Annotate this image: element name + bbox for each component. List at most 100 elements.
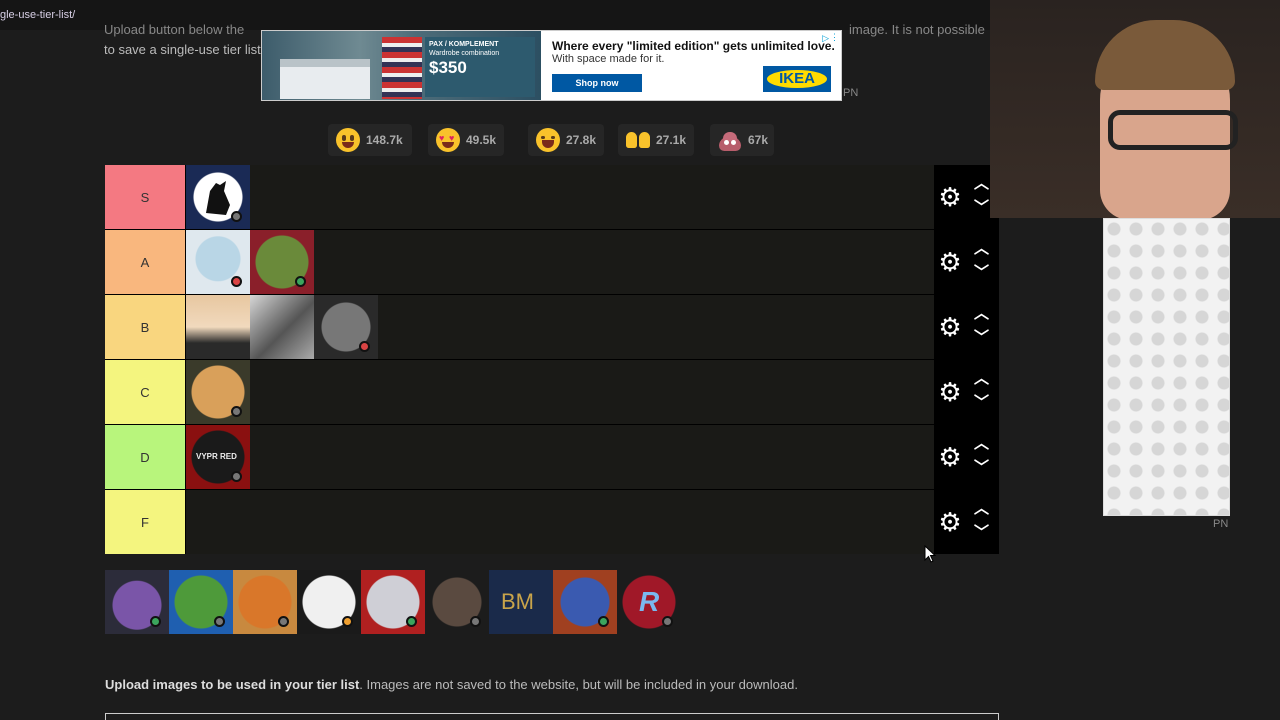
reaction-poo[interactable]: 67k bbox=[710, 124, 774, 156]
status-badge bbox=[214, 616, 225, 627]
tier-items-b[interactable] bbox=[186, 295, 934, 359]
tier-items-c[interactable] bbox=[186, 360, 934, 424]
gear-icon[interactable]: ⚙ bbox=[938, 444, 962, 470]
ikea-logo: IKEA bbox=[763, 66, 831, 92]
tier-row-c: C ⚙ ︿ ﹀ bbox=[105, 360, 999, 424]
gear-icon[interactable]: ⚙ bbox=[938, 314, 962, 340]
gear-icon[interactable]: ⚙ bbox=[938, 184, 962, 210]
gear-icon[interactable]: ⚙ bbox=[938, 509, 962, 535]
chevron-up-icon[interactable]: ︿ bbox=[974, 306, 989, 321]
status-badge bbox=[278, 616, 289, 627]
laughing-tears-face-icon bbox=[536, 128, 560, 152]
tier-controls-d: ⚙ ︿ ﹀ bbox=[934, 425, 999, 489]
chevron-down-icon[interactable]: ﹀ bbox=[974, 525, 989, 540]
url-text: gle-use-tier-list/ bbox=[0, 9, 76, 21]
tier-items-s[interactable] bbox=[186, 165, 934, 229]
bm-logo-text: BM bbox=[501, 589, 534, 614]
wolf-howling-avatar[interactable] bbox=[186, 165, 250, 229]
ad-pn-label: PN bbox=[843, 87, 859, 99]
orange-cat-avatar[interactable] bbox=[186, 360, 250, 424]
tier-items-f[interactable] bbox=[186, 490, 934, 554]
tier-label-f[interactable]: F bbox=[105, 490, 185, 554]
tier-label-s[interactable]: S bbox=[105, 165, 185, 229]
webcam-overlay bbox=[990, 0, 1280, 218]
page: gle-use-tier-list/ Upload button below t… bbox=[0, 0, 1280, 720]
goth-girl-avatar[interactable] bbox=[361, 570, 425, 634]
chevron-up-icon[interactable]: ︿ bbox=[974, 436, 989, 451]
ad-body: With space made for it. bbox=[552, 53, 665, 65]
pile-of-poo-icon bbox=[718, 128, 742, 152]
ad-product-image: PAX / KOMPLEMENT Wardrobe combination $3… bbox=[262, 31, 541, 100]
reaction-laughing[interactable]: 27.8k bbox=[528, 124, 604, 156]
reaction-count: 49.5k bbox=[466, 133, 497, 147]
tier-row-s: S ⚙ ︿ ﹀ bbox=[105, 165, 999, 229]
adchoices-icon[interactable]: ▷ bbox=[822, 33, 829, 44]
reaction-smiling[interactable]: 148.7k bbox=[328, 124, 412, 156]
chevron-down-icon[interactable]: ﹀ bbox=[974, 395, 989, 410]
bm-logo-avatar[interactable]: BM bbox=[489, 570, 553, 634]
tier-list: S ⚙ ︿ ﹀ A ⚙ ︿ ﹀ B ⚙ ︿ ﹀ C ⚙ ︿ ﹀ D VYPR R… bbox=[105, 165, 999, 554]
grinning-cartoon-avatar[interactable] bbox=[297, 570, 361, 634]
tier-row-a: A ⚙ ︿ ﹀ bbox=[105, 230, 999, 294]
status-badge bbox=[359, 341, 370, 352]
vypr-red-text: VYPR RED bbox=[196, 452, 237, 461]
chevron-up-icon[interactable]: ︿ bbox=[974, 501, 989, 516]
tier-controls-f: ⚙ ︿ ﹀ bbox=[934, 490, 999, 554]
status-badge bbox=[406, 616, 417, 627]
cartoon-girl-avatar[interactable] bbox=[250, 230, 314, 294]
gear-icon[interactable]: ⚙ bbox=[938, 249, 962, 275]
status-badge bbox=[231, 276, 242, 287]
manga-drawing-avatar[interactable] bbox=[314, 295, 378, 359]
tier-controls-a: ⚙ ︿ ﹀ bbox=[934, 230, 999, 294]
tier-label-d[interactable]: D bbox=[105, 425, 185, 489]
tier-label-b[interactable]: B bbox=[105, 295, 185, 359]
ad-bed-image bbox=[280, 59, 370, 99]
shaq-avatar[interactable] bbox=[425, 570, 489, 634]
tier-controls-b: ⚙ ︿ ﹀ bbox=[934, 295, 999, 359]
r-logo-text: R bbox=[639, 586, 660, 617]
tier-controls-c: ⚙ ︿ ﹀ bbox=[934, 360, 999, 424]
blonde-woman-avatar[interactable] bbox=[186, 295, 250, 359]
ad-promo-price: $350 bbox=[429, 58, 467, 77]
reaction-count: 148.7k bbox=[366, 133, 403, 147]
reaction-raised-hands[interactable]: 27.1k bbox=[618, 124, 694, 156]
purple-hat-character-avatar[interactable] bbox=[105, 570, 169, 634]
chevron-up-icon[interactable]: ︿ bbox=[974, 371, 989, 386]
batman-sketch-avatar[interactable] bbox=[250, 295, 314, 359]
chevron-up-icon[interactable]: ︿ bbox=[974, 176, 989, 191]
side-ad-banner[interactable] bbox=[1103, 218, 1230, 516]
upload-instructions-bold: Upload images to be used in your tier li… bbox=[105, 677, 360, 692]
ad-shop-now-button[interactable]: Shop now bbox=[552, 74, 642, 92]
galaxy-orb-avatar[interactable] bbox=[553, 570, 617, 634]
mouse-cursor-icon bbox=[924, 545, 937, 563]
chevron-down-icon[interactable]: ﹀ bbox=[974, 460, 989, 475]
tier-items-a[interactable] bbox=[186, 230, 934, 294]
close-icon[interactable]: ⋮ bbox=[830, 32, 839, 43]
ikea-ad-banner[interactable]: PAX / KOMPLEMENT Wardrobe combination $3… bbox=[261, 30, 842, 101]
smiling-face-icon bbox=[336, 128, 360, 152]
reaction-count: 67k bbox=[748, 133, 769, 147]
chevron-down-icon[interactable]: ﹀ bbox=[974, 200, 989, 215]
intro-line-2: to save a single-use tier list bbox=[104, 42, 261, 57]
chevron-down-icon[interactable]: ﹀ bbox=[974, 330, 989, 345]
status-badge bbox=[295, 276, 306, 287]
pepe-frog-avatar[interactable] bbox=[169, 570, 233, 634]
tier-label-a[interactable]: A bbox=[105, 230, 185, 294]
reaction-count: 27.8k bbox=[566, 133, 597, 147]
crowned-r-logo-avatar[interactable]: R bbox=[617, 570, 681, 634]
flame-avatar[interactable] bbox=[233, 570, 297, 634]
reaction-heart-eyes[interactable]: ♥ ♥ 49.5k bbox=[428, 124, 504, 156]
heart-eyes-face-icon: ♥ ♥ bbox=[436, 128, 460, 152]
vypr-red-logo-avatar[interactable]: VYPR RED bbox=[186, 425, 250, 489]
chevron-up-icon[interactable]: ︿ bbox=[974, 241, 989, 256]
upload-dropzone[interactable] bbox=[105, 713, 999, 720]
status-badge bbox=[598, 616, 609, 627]
ad-promo-title: PAX / KOMPLEMENT bbox=[429, 41, 499, 48]
robot-creature-avatar[interactable] bbox=[186, 230, 250, 294]
tier-label-c[interactable]: C bbox=[105, 360, 185, 424]
ad-promo-sub: Wardrobe combination bbox=[429, 50, 500, 57]
chevron-down-icon[interactable]: ﹀ bbox=[974, 265, 989, 280]
status-badge bbox=[231, 471, 242, 482]
tier-items-d[interactable]: VYPR RED bbox=[186, 425, 934, 489]
gear-icon[interactable]: ⚙ bbox=[938, 379, 962, 405]
